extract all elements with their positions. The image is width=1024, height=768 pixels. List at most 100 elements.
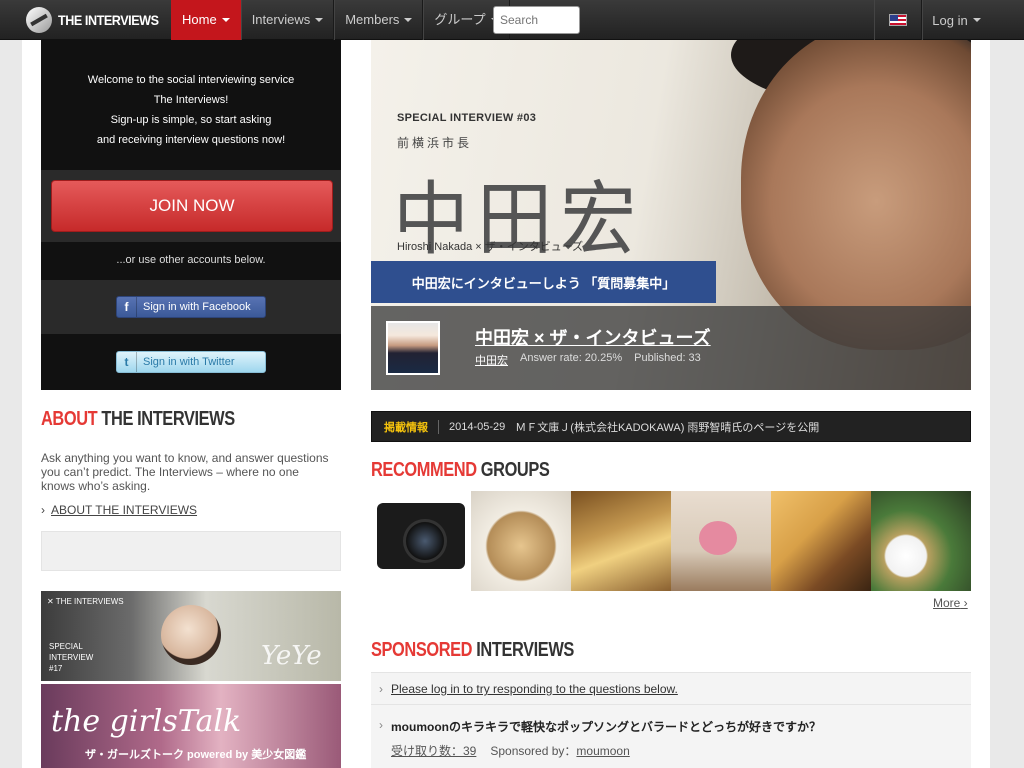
hero-avatar[interactable] <box>386 321 440 375</box>
news-ticker[interactable]: 掲載情報 2014-05-29 ＭＦ文庫Ｊ(株式会社KADOKAWA) 雨野智晴… <box>371 411 971 442</box>
login-label: Log in <box>932 12 968 28</box>
chevron-down-icon <box>315 18 324 22</box>
facebook-signin-button[interactable]: f Sign in with Facebook <box>116 296 266 318</box>
nav-interviews[interactable]: Interviews <box>240 0 335 40</box>
girls-talk-subtitle: ザ・ガールズトーク powered by 美少女図鑑 <box>85 749 307 761</box>
sponsored-meta: 受け取り数：39 Sponsored by：moumoon <box>391 742 630 759</box>
hero-published: Published: 33 <box>634 352 701 364</box>
hero-interview-title[interactable]: 中田宏 × ザ・インタビューズ <box>475 324 711 350</box>
nav-home-label: Home <box>182 12 217 27</box>
chevron-right-icon: › <box>379 718 383 732</box>
welcome-line: Welcome to the social interviewing servi… <box>87 74 295 86</box>
sponsored-heading-rest: INTERVIEWS <box>472 639 574 661</box>
list-item: › moumoonのキラキラで軽快なポップソングとバラードとどっちが好きですか？… <box>371 706 971 768</box>
received-count-link[interactable]: 受け取り数：39 <box>391 742 476 759</box>
twitter-icon: t <box>117 352 137 372</box>
about-description: Ask anything you want to know, and answe… <box>41 451 329 493</box>
facebook-icon: f <box>117 297 137 317</box>
hero-feature[interactable]: SPECIAL INTERVIEW #03 前横浜市長 中田宏 Hiroshi … <box>371 40 971 390</box>
hero-answer-rate: Answer rate: 20.25% <box>520 352 623 364</box>
login-menu[interactable]: Log in <box>922 0 990 40</box>
banner-tag: ✕ THE INTERVIEWS <box>47 597 124 606</box>
group-thumbnails <box>371 491 971 591</box>
banner-special-label: SPECIAL INTERVIEW #17 <box>49 641 93 674</box>
login-prompt-link[interactable]: Please log in to try responding to the q… <box>391 682 678 696</box>
ad-placeholder <box>41 531 341 571</box>
nav-groups-label: グループ <box>434 12 486 27</box>
twitter-signin-button[interactable]: t Sign in with Twitter <box>116 351 266 373</box>
facebook-signin-label: Sign in with Facebook <box>143 301 251 313</box>
recommend-heading: RECOMMEND GROUPS <box>371 459 550 482</box>
hero-info-bar: 中田宏 × ザ・インタビューズ 中田宏 Answer rate: 20.25% … <box>371 306 971 390</box>
recommend-heading-accent: RECOMMEND <box>371 459 477 481</box>
welcome-line: Sign-up is simple, so start asking <box>110 114 272 126</box>
sponsored-list: › Please log in to try responding to the… <box>371 672 971 768</box>
language-selector[interactable] <box>874 0 922 40</box>
hero-meta: 中田宏 Answer rate: 20.25% Published: 33 <box>475 352 701 368</box>
hero-author-link[interactable]: 中田宏 <box>475 352 508 368</box>
nav-members-label: Members <box>345 12 400 27</box>
chevron-down-icon <box>221 18 230 22</box>
group-thumb-food-bowl[interactable] <box>471 491 571 591</box>
camera-icon <box>377 503 465 569</box>
about-link[interactable]: ABOUT THE INTERVIEWS <box>41 503 197 517</box>
about-heading: ABOUT THE INTERVIEWS <box>41 408 235 431</box>
banner-portrait <box>161 605 221 665</box>
sponsor-link[interactable]: moumoon <box>576 744 629 758</box>
chevron-down-icon <box>972 18 981 22</box>
banner-name: YeYe <box>261 641 322 671</box>
banner-special-line: #17 <box>49 664 63 673</box>
chevron-right-icon: › <box>379 682 383 696</box>
sponsor-info: Sponsored by：moumoon <box>490 742 629 759</box>
hero-interview-cta[interactable]: 中田宏にインタビューしよう 「質問募集中」 <box>371 261 716 303</box>
main-nav: Home Interviews Members グループ <box>171 0 510 40</box>
logo-icon <box>26 7 52 33</box>
hero-special-label: SPECIAL INTERVIEW #03 <box>397 112 537 124</box>
top-navbar: THE INTERVIEWS Home Interviews Members グ… <box>0 0 1024 40</box>
chevron-down-icon <box>404 18 413 22</box>
group-thumb-dinner-plate[interactable] <box>871 491 971 591</box>
more-groups-link[interactable]: More <box>933 596 968 610</box>
welcome-line: and receiving interview questions now! <box>96 134 286 146</box>
group-thumb-cat[interactable] <box>771 491 871 591</box>
twitter-signin-label: Sign in with Twitter <box>143 356 235 368</box>
hero-subtitle: 前横浜市長 <box>397 136 473 150</box>
list-item: › Please log in to try responding to the… <box>371 673 971 705</box>
sponsored-question[interactable]: moumoonのキラキラで軽快なポップソングとバラードとどっちが好きですか？ <box>391 718 821 735</box>
banner-special-line: INTERVIEW <box>49 653 94 662</box>
sponsored-heading-accent: SPONSORED <box>371 639 473 661</box>
news-text: ＭＦ文庫Ｊ(株式会社KADOKAWA) 雨野智晴氏のページを公開 <box>515 421 820 434</box>
facebook-area: f Sign in with Facebook <box>41 280 341 334</box>
search-input[interactable] <box>493 6 580 34</box>
hero-photo <box>741 40 971 350</box>
news-divider <box>438 419 439 434</box>
logo-text: THE INTERVIEWS <box>58 12 159 28</box>
twitter-area: t Sign in with Twitter <box>41 334 341 390</box>
group-thumb-camera[interactable] <box>371 491 471 591</box>
hero-name-en: Hiroshi Nakada × ザ・インタビューズ <box>397 241 584 253</box>
nav-home[interactable]: Home <box>171 0 241 40</box>
about-heading-accent: ABOUT <box>41 408 98 430</box>
join-now-button[interactable]: JOIN NOW <box>51 180 333 232</box>
nav-members[interactable]: Members <box>334 0 424 40</box>
page-content: Welcome to the social interviewing servi… <box>22 40 990 768</box>
other-accounts-text: ...or use other accounts below. <box>116 254 266 266</box>
site-logo[interactable]: THE INTERVIEWS <box>26 7 170 33</box>
girls-talk-banner[interactable]: the girlsTalk ザ・ガールズトーク powered by 美少女図鑑 <box>41 684 341 768</box>
join-area: JOIN NOW <box>41 170 341 242</box>
nav-interviews-label: Interviews <box>251 12 311 27</box>
welcome-text: Welcome to the social interviewing servi… <box>41 70 341 150</box>
us-flag-icon <box>889 14 907 26</box>
group-thumb-bird-figure[interactable] <box>671 491 771 591</box>
welcome-line: The Interviews! <box>153 94 229 106</box>
special-interview-banner[interactable]: ✕ THE INTERVIEWS SPECIAL INTERVIEW #17 Y… <box>41 591 341 681</box>
about-heading-rest: THE INTERVIEWS <box>97 408 235 430</box>
girls-talk-title: the girlsTalk <box>51 704 242 739</box>
sponsored-heading: SPONSORED INTERVIEWS <box>371 639 574 662</box>
recommend-heading-rest: GROUPS <box>476 459 550 481</box>
bird-icon <box>699 521 737 555</box>
signup-panel: Welcome to the social interviewing servi… <box>41 40 341 390</box>
news-date: 2014-05-29 <box>449 420 506 433</box>
banner-special-line: SPECIAL <box>49 642 83 651</box>
group-thumb-books[interactable] <box>571 491 671 591</box>
